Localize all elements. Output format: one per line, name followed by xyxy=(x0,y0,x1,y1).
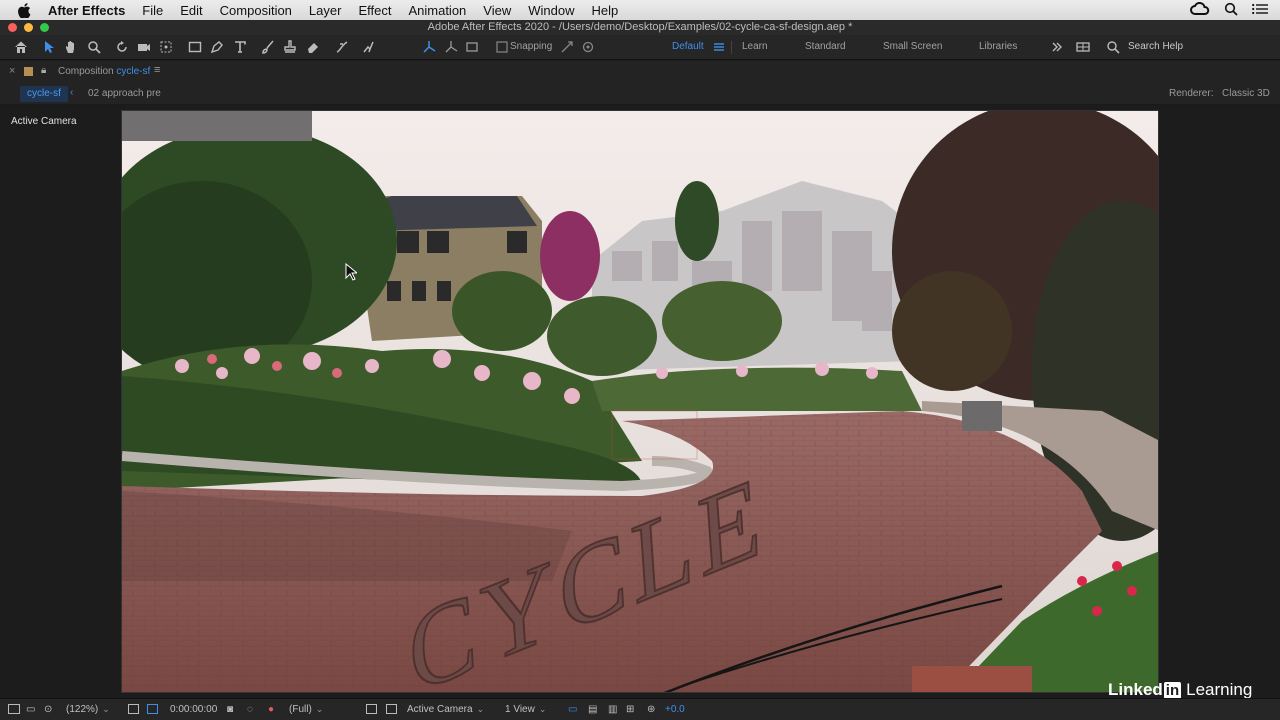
hand-tool-icon[interactable] xyxy=(63,40,79,54)
rectangle-tool-icon[interactable] xyxy=(187,40,203,54)
mouse-cursor-icon xyxy=(345,263,357,281)
linkedin-learning-logo: Linked in Learning xyxy=(1108,680,1252,700)
snap-options-icon[interactable] xyxy=(559,40,575,54)
show-snapshot-icon[interactable]: ◌ xyxy=(247,704,253,715)
eraser-tool-icon[interactable] xyxy=(305,40,321,54)
mask-visibility-icon[interactable]: ⊙ xyxy=(44,704,52,715)
workspace-learn[interactable]: Learn xyxy=(742,41,768,52)
close-window-button[interactable] xyxy=(8,23,17,32)
panel-layout-icon[interactable] xyxy=(1075,40,1091,54)
clone-stamp-tool-icon[interactable] xyxy=(282,40,298,54)
local-axis-mode-icon[interactable] xyxy=(421,40,437,54)
monitor-icon[interactable]: ▭ xyxy=(26,704,35,715)
menu-app-name[interactable]: After Effects xyxy=(48,3,125,18)
menu-help[interactable]: Help xyxy=(591,3,618,18)
flowchart-icon[interactable]: ⊞ xyxy=(626,704,634,715)
roto-brush-tool-icon[interactable] xyxy=(334,40,350,54)
active-camera-label: Active Camera xyxy=(11,116,77,127)
title-action-safe-icon[interactable] xyxy=(128,704,139,714)
channel-icon[interactable]: ● xyxy=(268,704,274,715)
puppet-tool-icon[interactable] xyxy=(360,40,376,54)
home-icon[interactable] xyxy=(13,40,29,54)
breadcrumb-arrow-icon: ‹ xyxy=(70,87,74,98)
menu-list-icon[interactable] xyxy=(1252,3,1268,18)
timecode-display[interactable]: 0:00:00:00 xyxy=(170,704,217,715)
apple-icon[interactable] xyxy=(18,2,34,18)
creative-cloud-icon[interactable] xyxy=(1190,1,1210,19)
workspace-menu-icon[interactable] xyxy=(711,40,727,54)
menu-composition[interactable]: Composition xyxy=(220,3,292,18)
brush-tool-icon[interactable] xyxy=(260,40,276,54)
timeline-icon[interactable]: ▥ xyxy=(608,704,617,715)
close-panel-icon[interactable]: × xyxy=(9,65,15,77)
composition-viewer[interactable]: Active Camera CYCLE Linked in Learning xyxy=(0,105,1280,700)
viewer-controls-bar: ▭ ⊙ (122%) 0:00:00:00 ◙ ◌ ● (Full) Activ… xyxy=(0,698,1280,720)
zoom-window-button[interactable] xyxy=(40,23,49,32)
fast-draft-icon[interactable]: ▤ xyxy=(588,704,597,715)
search-help-input[interactable]: Search Help xyxy=(1128,41,1183,52)
workspace-default[interactable]: Default xyxy=(672,41,704,52)
menu-edit[interactable]: Edit xyxy=(180,3,202,18)
menu-animation[interactable]: Animation xyxy=(408,3,466,18)
pen-tool-icon[interactable] xyxy=(209,40,225,54)
world-axis-mode-icon[interactable] xyxy=(443,40,459,54)
snapping-label: Snapping xyxy=(510,41,553,52)
search-help-icon[interactable] xyxy=(1105,40,1121,54)
logo-learning: Learning xyxy=(1186,680,1253,699)
fast-previews-icon[interactable] xyxy=(366,704,377,714)
composition-nav-bar: cycle-sf ‹ 02 approach pre Renderer: Cla… xyxy=(0,83,1280,105)
minimize-window-button[interactable] xyxy=(24,23,33,32)
3d-view-dropdown[interactable]: Active Camera xyxy=(407,704,484,715)
renderer-label: Renderer: xyxy=(1169,88,1214,99)
menu-view[interactable]: View xyxy=(483,3,511,18)
workspace-libraries[interactable]: Libraries xyxy=(979,41,1017,52)
tools-panel: Snapping Default Learn Standard Small Sc… xyxy=(0,35,1280,60)
view-layout-dropdown[interactable]: 1 View xyxy=(505,704,546,715)
composition-panel-title: Composition cycle-sf xyxy=(58,66,150,77)
renderer-value[interactable]: Classic 3D xyxy=(1222,88,1270,99)
logo-linked: Linked xyxy=(1108,680,1163,699)
always-preview-icon[interactable] xyxy=(8,704,20,714)
composition-color-label xyxy=(24,67,33,76)
logo-in: in xyxy=(1163,681,1182,699)
panel-menu-icon[interactable]: ≡ xyxy=(154,64,160,76)
window-titlebar: Adobe After Effects 2020 - /Users/demo/D… xyxy=(0,20,1280,35)
more-workspaces-icon[interactable] xyxy=(1049,40,1065,54)
workspace-small-screen[interactable]: Small Screen xyxy=(883,41,942,52)
comp-tab-02-approach-pre[interactable]: 02 approach pre xyxy=(88,88,161,99)
view-axis-mode-icon[interactable] xyxy=(464,40,480,54)
menu-window[interactable]: Window xyxy=(528,3,574,18)
snap-target-icon[interactable] xyxy=(580,40,596,54)
workspace-divider xyxy=(731,41,732,54)
snapshot-icon[interactable]: ◙ xyxy=(227,704,233,715)
window-title: Adobe After Effects 2020 - /Users/demo/D… xyxy=(427,21,853,33)
composition-panel-tab: × 🔒︎ Composition cycle-sf ≡ xyxy=(0,61,1280,83)
resolution-dropdown[interactable]: (Full) xyxy=(289,704,323,715)
toggle-pixel-aspect-icon[interactable]: ▭ xyxy=(568,704,577,715)
comp-tab-cycle-sf[interactable]: cycle-sf xyxy=(20,86,68,102)
zoom-dropdown[interactable]: (122%) xyxy=(66,704,110,715)
snapping-checkbox[interactable] xyxy=(494,40,510,54)
menubar: After Effects File Edit Composition Laye… xyxy=(0,0,1280,20)
selection-tool-icon[interactable] xyxy=(41,40,57,54)
rotate-tool-icon[interactable] xyxy=(114,40,130,54)
exposure-value[interactable]: +0.0 xyxy=(665,704,685,715)
lock-icon[interactable]: 🔒︎ xyxy=(41,65,46,76)
region-of-interest-icon[interactable] xyxy=(147,704,158,714)
lombard-street-footage: CYCLE xyxy=(122,111,1158,692)
workspace-standard[interactable]: Standard xyxy=(805,41,846,52)
pan-behind-tool-icon[interactable] xyxy=(158,40,174,54)
composition-frame[interactable]: CYCLE xyxy=(121,110,1159,693)
camera-tool-icon[interactable] xyxy=(136,40,152,54)
menu-layer[interactable]: Layer xyxy=(309,3,342,18)
menu-file[interactable]: File xyxy=(142,3,163,18)
menu-effect[interactable]: Effect xyxy=(358,3,391,18)
reset-exposure-icon[interactable]: ⊛ xyxy=(647,704,655,715)
panel-title-prefix: Composition xyxy=(58,66,114,77)
panel-comp-name: cycle-sf xyxy=(116,66,151,77)
type-tool-icon[interactable] xyxy=(232,40,248,54)
search-icon[interactable] xyxy=(1224,2,1238,19)
transparency-grid-icon[interactable] xyxy=(386,704,397,714)
zoom-tool-icon[interactable] xyxy=(86,40,102,54)
